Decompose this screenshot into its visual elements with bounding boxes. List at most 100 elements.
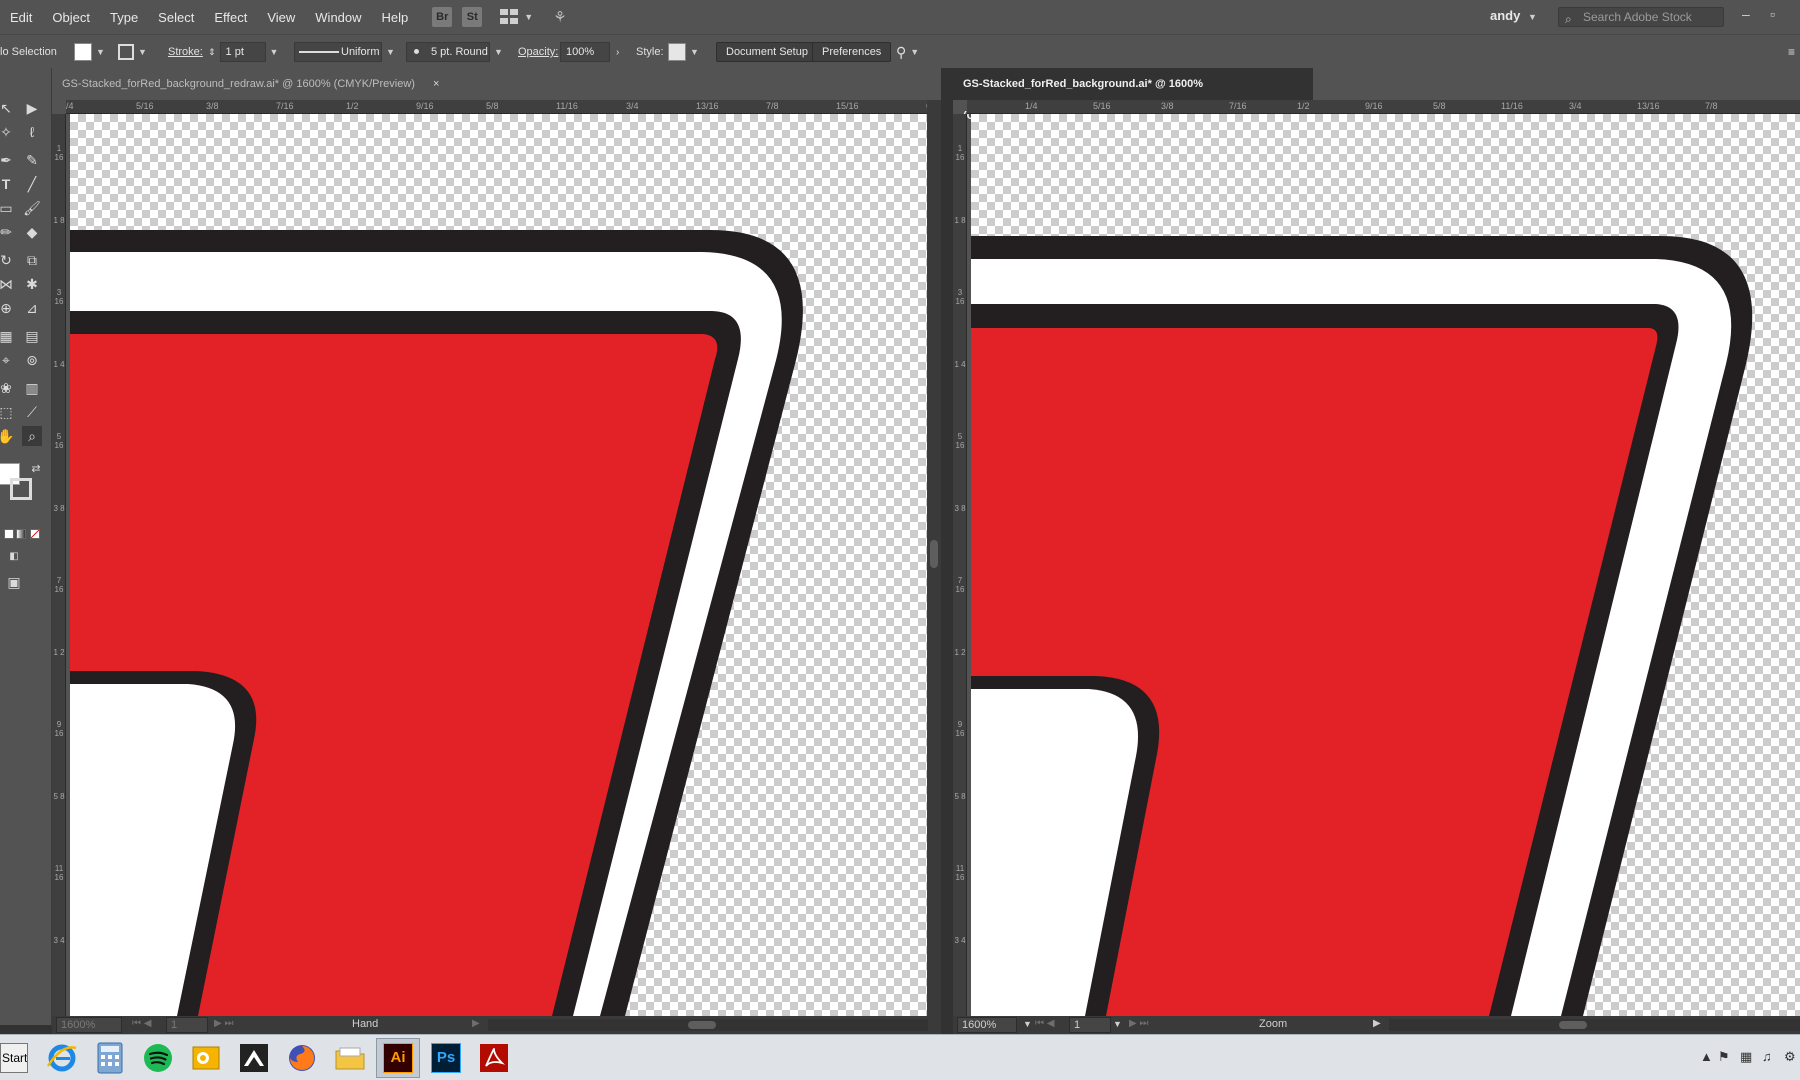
minimize-icon[interactable]: – [1742, 6, 1750, 22]
brush-definition[interactable]: 5 pt. Round [406, 42, 490, 62]
scrollbar-thumb[interactable] [688, 1021, 716, 1029]
stroke-color-box[interactable] [10, 478, 32, 500]
rotate-tool-icon[interactable]: ↻ [0, 250, 16, 270]
volume-icon[interactable]: ♫ [1762, 1049, 1772, 1064]
column-graph-tool-icon[interactable]: ▥ [22, 378, 42, 398]
system-tray-icon[interactable]: ⚙ [1784, 1049, 1796, 1065]
perspective-grid-tool-icon[interactable]: ⊿ [22, 298, 42, 318]
color-mode-icon[interactable] [4, 529, 14, 539]
scale-tool-icon[interactable]: ⧉ [22, 250, 42, 270]
chevron-down-icon[interactable]: ▼ [1023, 1019, 1032, 1029]
arrange-documents-icon[interactable] [500, 9, 520, 25]
chevron-down-icon[interactable]: ▼ [494, 47, 503, 57]
fill-swatch[interactable] [74, 43, 92, 61]
spotify-icon[interactable] [136, 1038, 180, 1078]
artboard-tool-icon[interactable]: ⬚ [0, 402, 16, 422]
internet-explorer-icon[interactable] [40, 1038, 84, 1078]
preferences-button[interactable]: Preferences [812, 42, 892, 62]
zoom-level-field[interactable]: 1600% [957, 1017, 1017, 1033]
gpu-performance-icon[interactable]: ⚘ [553, 8, 566, 26]
network-icon[interactable]: ▦ [1740, 1049, 1752, 1065]
panel-menu-icon[interactable]: ≡ [1788, 45, 1795, 59]
artboard-number-field[interactable]: 1 [166, 1017, 208, 1033]
menu-edit[interactable]: Edit [0, 10, 42, 25]
next-artboard-icon[interactable]: ▶ ⏭ [214, 1018, 233, 1029]
gradient-mode-icon[interactable] [16, 529, 26, 539]
stroke-weight-field[interactable]: 1 pt [219, 42, 266, 62]
horizontal-scrollbar[interactable] [1389, 1019, 1800, 1031]
document-setup-button[interactable]: Document Setup [716, 42, 818, 62]
curvature-tool-icon[interactable]: ✎ [22, 150, 42, 170]
outlook-icon[interactable] [184, 1038, 228, 1078]
swap-fill-stroke-icon[interactable]: ⇄ [26, 458, 46, 478]
pen-tool-icon[interactable]: ✒ [0, 150, 16, 170]
user-menu[interactable]: andy ▼ [1490, 8, 1537, 23]
close-icon[interactable]: × [433, 78, 439, 90]
vertical-scrollbar[interactable] [927, 100, 941, 1016]
rectangle-tool-icon[interactable]: ▭ [0, 198, 16, 218]
chevron-down-icon[interactable]: ▼ [96, 47, 105, 57]
chevron-down-icon[interactable]: ▼ [138, 47, 147, 57]
right-document-tab[interactable]: GS-Stacked_forRed_background.ai* @ 1600%… [953, 68, 1313, 122]
stock-search-input[interactable]: ⌕ Search Adobe Stock [1558, 7, 1724, 27]
menu-object[interactable]: Object [42, 10, 100, 25]
action-center-flag-icon[interactable]: ⚑ [1718, 1049, 1730, 1065]
type-tool-icon[interactable]: T [0, 174, 16, 194]
menu-type[interactable]: Type [100, 10, 148, 25]
none-mode-icon[interactable] [30, 529, 40, 539]
pencil-tool-icon[interactable]: ✏ [0, 222, 16, 242]
style-swatch[interactable] [668, 43, 686, 61]
width-tool-icon[interactable]: ⋈ [0, 274, 16, 294]
artboard-canvas[interactable] [971, 114, 1800, 1016]
stroke-label[interactable]: Stroke: [168, 35, 203, 69]
status-menu-icon[interactable]: ▶ [1373, 1018, 1381, 1029]
bridge-button[interactable]: Br [432, 7, 453, 27]
stock-button[interactable]: St [462, 7, 483, 27]
menu-window[interactable]: Window [305, 10, 371, 25]
first-artboard-icon[interactable]: ⏮ ◀ [1035, 1018, 1054, 1029]
firefox-icon[interactable] [280, 1038, 324, 1078]
photoshop-icon[interactable]: Ps [424, 1038, 468, 1078]
magic-wand-tool-icon[interactable]: ✧ [0, 122, 16, 142]
chevron-right-icon[interactable]: › [616, 47, 619, 58]
chevron-down-icon[interactable]: ▼ [690, 47, 699, 57]
maximize-icon[interactable]: ▫ [1770, 6, 1775, 22]
chevron-down-icon[interactable]: ▼ [270, 47, 279, 57]
status-menu-icon[interactable]: ▶ [472, 1018, 480, 1029]
drawing-mode-icon[interactable]: ◧ [4, 546, 24, 566]
symbol-sprayer-tool-icon[interactable]: ❀ [0, 378, 16, 398]
variable-width-profile[interactable]: Uniform [294, 42, 382, 62]
stroke-swatch[interactable] [118, 44, 134, 60]
puppet-warp-tool-icon[interactable]: ✱ [22, 274, 42, 294]
opacity-field[interactable]: 100% [560, 42, 610, 62]
direct-selection-tool-icon[interactable]: ▶ [22, 98, 42, 118]
screen-mode-icon[interactable]: ▣ [4, 572, 24, 592]
chevron-down-icon[interactable]: ▼ [910, 47, 919, 57]
scrollbar-thumb[interactable] [930, 540, 938, 568]
eraser-tool-icon[interactable]: ◆ [22, 222, 42, 242]
file-explorer-icon[interactable] [328, 1038, 372, 1078]
stepper-icon[interactable]: ⇕ [208, 47, 216, 58]
horizontal-scrollbar[interactable] [488, 1019, 928, 1031]
illustrator-icon[interactable]: Ai [376, 1038, 420, 1078]
left-document-tab[interactable]: GS-Stacked_forRed_background_redraw.ai* … [52, 68, 941, 100]
artboard-number-field[interactable]: 1 [1069, 1017, 1111, 1033]
menu-help[interactable]: Help [372, 10, 419, 25]
blend-tool-icon[interactable]: ⊚ [22, 350, 42, 370]
zoom-level-field[interactable]: 1600% [56, 1017, 122, 1033]
chevron-down-icon[interactable]: ▼ [1113, 1019, 1122, 1029]
line-tool-icon[interactable]: ╱ [22, 174, 42, 194]
inkscape-icon[interactable] [232, 1038, 276, 1078]
slice-tool-icon[interactable]: ⟋ [22, 402, 42, 422]
acrobat-icon[interactable] [472, 1038, 516, 1078]
lasso-tool-icon[interactable]: ℓ [22, 122, 42, 142]
zoom-tool-icon[interactable]: ⌕ [22, 426, 42, 446]
selection-tool-icon[interactable]: ↖ [0, 98, 16, 118]
mesh-tool-icon[interactable]: ▦ [0, 326, 16, 346]
first-artboard-icon[interactable]: ⏮ ◀ [132, 1018, 151, 1029]
opacity-label[interactable]: Opacity: [518, 35, 558, 69]
eyedropper-tool-icon[interactable]: ⌖ [0, 350, 16, 370]
chevron-down-icon[interactable]: ▼ [386, 47, 395, 57]
gradient-tool-icon[interactable]: ▤ [22, 326, 42, 346]
hand-tool-icon[interactable]: ✋ [0, 426, 16, 446]
